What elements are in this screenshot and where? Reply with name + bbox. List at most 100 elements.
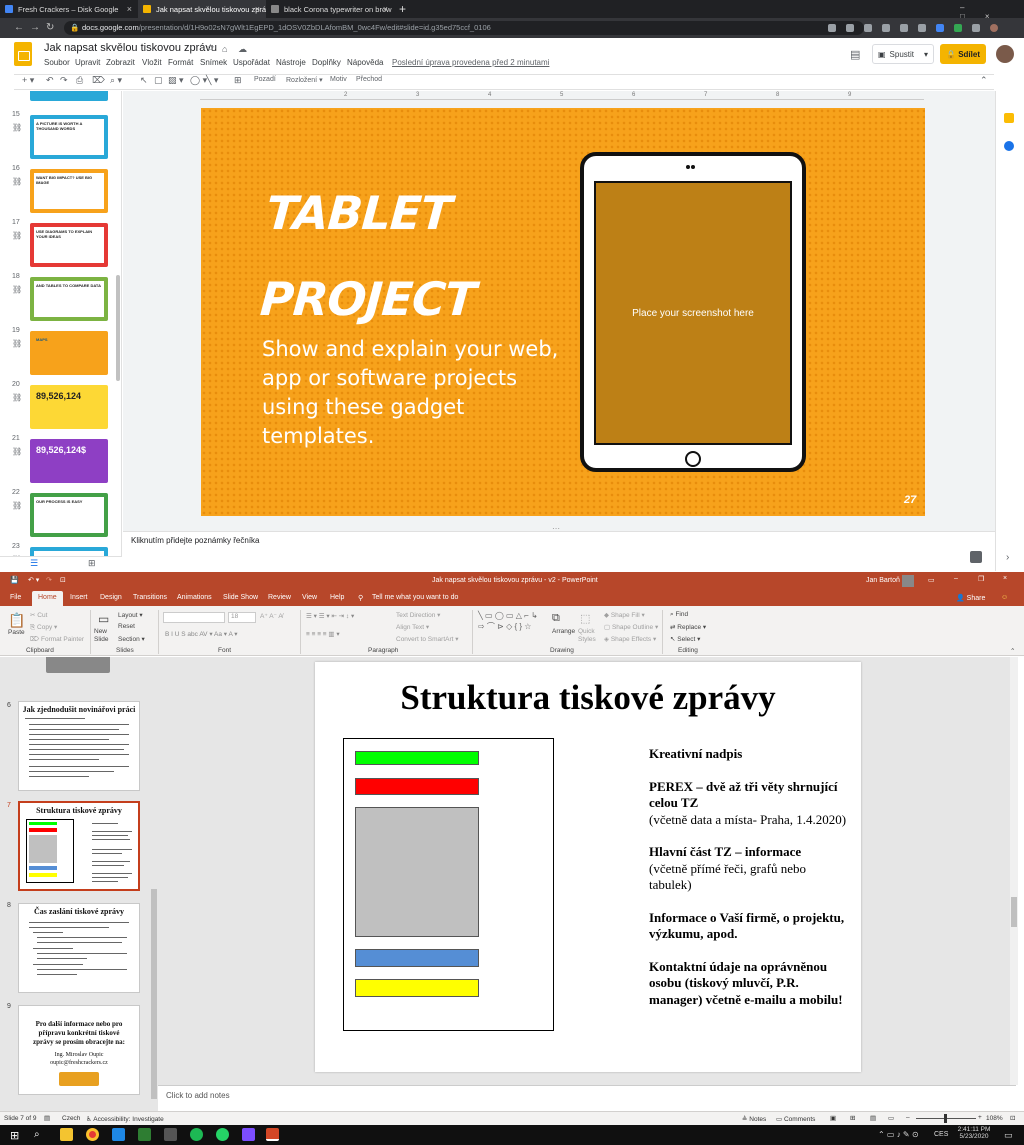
chevron-up-icon[interactable]: ⌃ — [980, 75, 988, 86]
toolbar-transition[interactable]: Přechod — [356, 76, 382, 83]
menu-insert[interactable]: Vložit — [142, 58, 162, 67]
menu-help[interactable]: Nápověda — [347, 58, 383, 67]
keep-icon[interactable] — [1004, 113, 1014, 123]
menu-format[interactable]: Formát — [168, 58, 193, 67]
ribbon-display-icon[interactable]: ▭ — [928, 576, 935, 584]
browser-tab[interactable]: black Corona typewriter on brow × — [266, 0, 394, 18]
zoom-out-icon[interactable]: – — [906, 1114, 910, 1121]
extension-icon[interactable] — [864, 24, 872, 32]
line-icon[interactable]: ╲ ▾ — [206, 75, 218, 86]
last-edit-link[interactable]: Poslední úprava provedena před 2 minutam… — [392, 58, 549, 67]
explore-icon[interactable] — [970, 551, 982, 563]
comment-add-icon[interactable]: ⊞ — [234, 75, 242, 86]
app-icon[interactable] — [138, 1128, 151, 1141]
quick-styles-icon[interactable]: ⬚ — [580, 612, 590, 625]
chevron-right-icon[interactable]: › — [1006, 552, 1009, 563]
font-size-select[interactable]: 18 — [228, 612, 256, 623]
toolbar-layout[interactable]: Rozložení ▾ — [286, 76, 323, 84]
tab-help[interactable]: Help — [330, 594, 344, 601]
present-button[interactable]: ▣ Spustit ▾ — [872, 44, 934, 64]
slide-thumbnail[interactable]: Čas zaslání tiskové zprávy — [18, 903, 140, 993]
url-input[interactable]: 🔒 docs.google.com/presentation/d/1H9o02sN… — [64, 21, 864, 35]
document-title[interactable]: Jak napsat skvělou tiskovou zprávu — [44, 42, 217, 54]
forward-icon[interactable]: → — [30, 22, 40, 33]
zoom-slider-thumb[interactable] — [944, 1114, 947, 1123]
text-direction-button[interactable]: Text Direction ▾ — [396, 611, 440, 619]
menu-arrange[interactable]: Uspořádat — [233, 58, 270, 67]
canvas-scrollbar[interactable] — [1010, 657, 1018, 1085]
windows-start-icon[interactable]: ⊞ — [10, 1129, 19, 1142]
close-icon[interactable]: × — [255, 4, 260, 14]
thumbnail-scrollbar[interactable] — [150, 657, 158, 1112]
arrange-icon[interactable]: ⧉ — [552, 612, 560, 625]
print-icon[interactable]: ⎙ — [76, 75, 83, 86]
notes-pane[interactable]: Click to add notes — [158, 1085, 1016, 1111]
redo-icon[interactable]: ↷ — [60, 75, 68, 86]
comments-icon[interactable]: ▤ — [850, 48, 860, 61]
quick-styles-button[interactable]: Quick Styles — [578, 628, 600, 644]
app-icon[interactable] — [242, 1128, 255, 1141]
replace-button[interactable]: ⇄ Replace ▾ — [670, 623, 706, 631]
avatar[interactable] — [902, 575, 914, 587]
slide-thumbnail[interactable]: AND TABLES TO COMPARE DATA — [30, 277, 108, 321]
normal-view-icon[interactable]: ▣ — [830, 1114, 836, 1122]
menu-file[interactable]: Soubor — [44, 58, 70, 67]
new-slide-button[interactable]: New Slide — [94, 628, 114, 644]
tab-view[interactable]: View — [302, 594, 317, 601]
layout-button[interactable]: Layout ▾ — [118, 611, 143, 619]
tab-review[interactable]: Review — [268, 594, 291, 601]
mail-icon[interactable] — [112, 1128, 125, 1141]
share-button[interactable]: 👤 Share — [956, 594, 985, 602]
tablet-screen-placeholder[interactable]: Place your screenshot here — [594, 181, 792, 445]
slide-thumbnail[interactable]: A PICTURE IS WORTH A THOUSAND WORDS — [30, 115, 108, 159]
slide-thumbnail[interactable] — [30, 91, 108, 101]
filmstrip-scrollbar[interactable] — [116, 275, 120, 381]
find-button[interactable]: ⌕ Find — [670, 611, 688, 619]
powerpoint-icon[interactable] — [266, 1128, 279, 1141]
tray-icons[interactable]: ⌃ ▭ ♪ ✎ ⊙ — [878, 1130, 919, 1139]
clock[interactable]: 2:41:11 PM 5/23/2020 — [956, 1126, 992, 1140]
language-status[interactable]: Czech — [62, 1115, 80, 1122]
diagram-bar-contact[interactable] — [355, 979, 479, 997]
file-explorer-icon[interactable] — [60, 1128, 73, 1141]
shape-effects-button[interactable]: ◈ Shape Effects ▾ — [604, 635, 656, 643]
tab-home[interactable]: Home — [32, 591, 63, 606]
menu-tools[interactable]: Nástroje — [276, 58, 306, 67]
undo-icon[interactable]: ↶ — [46, 75, 54, 86]
slide-body-text[interactable]: Show and explain your web, app or softwa… — [262, 335, 562, 451]
new-slide-icon[interactable]: ▭ — [98, 612, 109, 626]
slideshow-icon[interactable]: ▭ — [888, 1114, 894, 1122]
extension-icon[interactable] — [846, 24, 854, 32]
align-text-button[interactable]: Align Text ▾ — [396, 623, 429, 631]
textbox-icon[interactable]: ▢ — [154, 75, 163, 86]
user-name[interactable]: Jan Bartoň — [866, 577, 900, 584]
shape-outline-button[interactable]: ▢ Shape Outline ▾ — [604, 623, 658, 631]
slide-thumbnail[interactable]: 89,526,124 — [30, 385, 108, 429]
tab-slide-show[interactable]: Slide Show — [223, 594, 258, 601]
shapes-gallery[interactable]: ╲ ▭ ◯ ▭ △ ⌐ ↳ ⇨ ⌒ ⊳ ◇ { } ☆ — [478, 610, 538, 632]
align-icons[interactable]: ≡ ≡ ≡ ≡ ▥ ▾ — [306, 630, 340, 638]
slide-thumbnail[interactable]: Pro další informace nebo pro přípravu ko… — [18, 1005, 140, 1095]
new-slide-icon[interactable]: + ▾ — [22, 75, 34, 86]
paste-button[interactable]: Paste — [8, 629, 25, 636]
select-icon[interactable]: ↖ — [140, 75, 148, 86]
close-icon[interactable]: × — [383, 4, 388, 14]
tab-design[interactable]: Design — [100, 594, 122, 601]
tab-file[interactable]: File — [10, 594, 21, 601]
notes-button[interactable]: ≜ Notes — [742, 1115, 766, 1123]
tab-animations[interactable]: Animations — [177, 594, 212, 601]
select-button[interactable]: ↖ Select ▾ — [670, 635, 700, 643]
browser-tab-active[interactable]: Jak napsat skvělou tiskovou zpráv × — [138, 0, 266, 18]
collapse-ribbon-icon[interactable]: ⌃ — [1010, 647, 1015, 655]
menu-edit[interactable]: Upravit — [75, 58, 100, 67]
tab-insert[interactable]: Insert — [70, 594, 88, 601]
share-button[interactable]: 🔒 Sdílet — [940, 44, 986, 64]
back-icon[interactable]: ← — [14, 22, 24, 33]
save-icon[interactable]: 💾 — [10, 576, 19, 584]
slide-text-box[interactable]: Kreativní nadpis PEREX – dvě až tři věty… — [649, 746, 849, 1024]
image-icon[interactable]: ▨ ▾ — [168, 75, 184, 86]
filmstrip-view-icon[interactable]: ☰ — [30, 558, 38, 569]
slide-title[interactable]: Struktura tiskové zprávy — [315, 678, 861, 718]
spelling-icon[interactable]: ▤ — [44, 1114, 50, 1122]
tab-transitions[interactable]: Transitions — [133, 594, 167, 601]
